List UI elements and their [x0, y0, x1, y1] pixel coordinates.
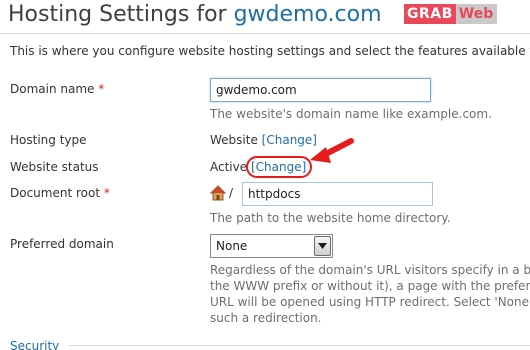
home-icon: [210, 185, 226, 201]
header-divider: [0, 33, 530, 34]
domain-name-label: Domain name *: [10, 82, 104, 96]
domain-name-hint: The website's domain name like example.c…: [210, 107, 492, 121]
hosting-settings-page: Hosting Settings for gwdemo.com GRAB Web…: [0, 0, 530, 350]
security-section-heading[interactable]: Security: [10, 339, 59, 350]
website-status-value: Active: [210, 160, 248, 174]
preferred-domain-hint-line: URL will be opened using HTTP redirect. …: [210, 295, 530, 309]
logo-grab-text: GRAB: [404, 4, 456, 24]
page-title-domain: gwdemo.com: [233, 2, 382, 27]
document-root-separator: /: [229, 186, 234, 200]
preferred-domain-select[interactable]: None: [210, 234, 333, 258]
required-mark: *: [98, 82, 105, 96]
document-root-input[interactable]: httpdocs: [242, 182, 433, 206]
chevron-down-icon[interactable]: [314, 236, 331, 256]
website-status-label: Website status: [10, 160, 99, 174]
intro-text: This is where you configure website host…: [10, 44, 530, 58]
preferred-domain-hint-line: Regardless of the domain's URL visitors …: [210, 263, 530, 277]
page-title: Hosting Settings for gwdemo.com: [8, 0, 382, 30]
document-root-hint: The path to the website home directory.: [210, 211, 451, 225]
preferred-domain-label: Preferred domain: [10, 237, 114, 251]
document-root-label-text: Document root: [10, 186, 101, 200]
preferred-domain-hint-line: such a redirection.: [210, 311, 322, 325]
annotation-arrow-icon: [310, 138, 354, 163]
page-title-prefix: Hosting Settings for: [8, 2, 234, 27]
hosting-type-value: Website: [210, 133, 258, 147]
logo-web-text: Web: [455, 4, 498, 24]
security-divider: [68, 345, 530, 346]
domain-name-input[interactable]: gwdemo.com: [210, 78, 431, 102]
preferred-domain-selected-value: None: [216, 239, 248, 253]
preferred-domain-hint-line: the WWW prefix or without it), a page wi…: [210, 279, 530, 293]
grabweb-logo: GRAB Web: [404, 4, 498, 24]
domain-name-label-text: Domain name: [10, 82, 95, 96]
document-root-label: Document root *: [10, 186, 110, 200]
required-mark: *: [103, 186, 110, 200]
hosting-type-label: Hosting type: [10, 133, 87, 147]
